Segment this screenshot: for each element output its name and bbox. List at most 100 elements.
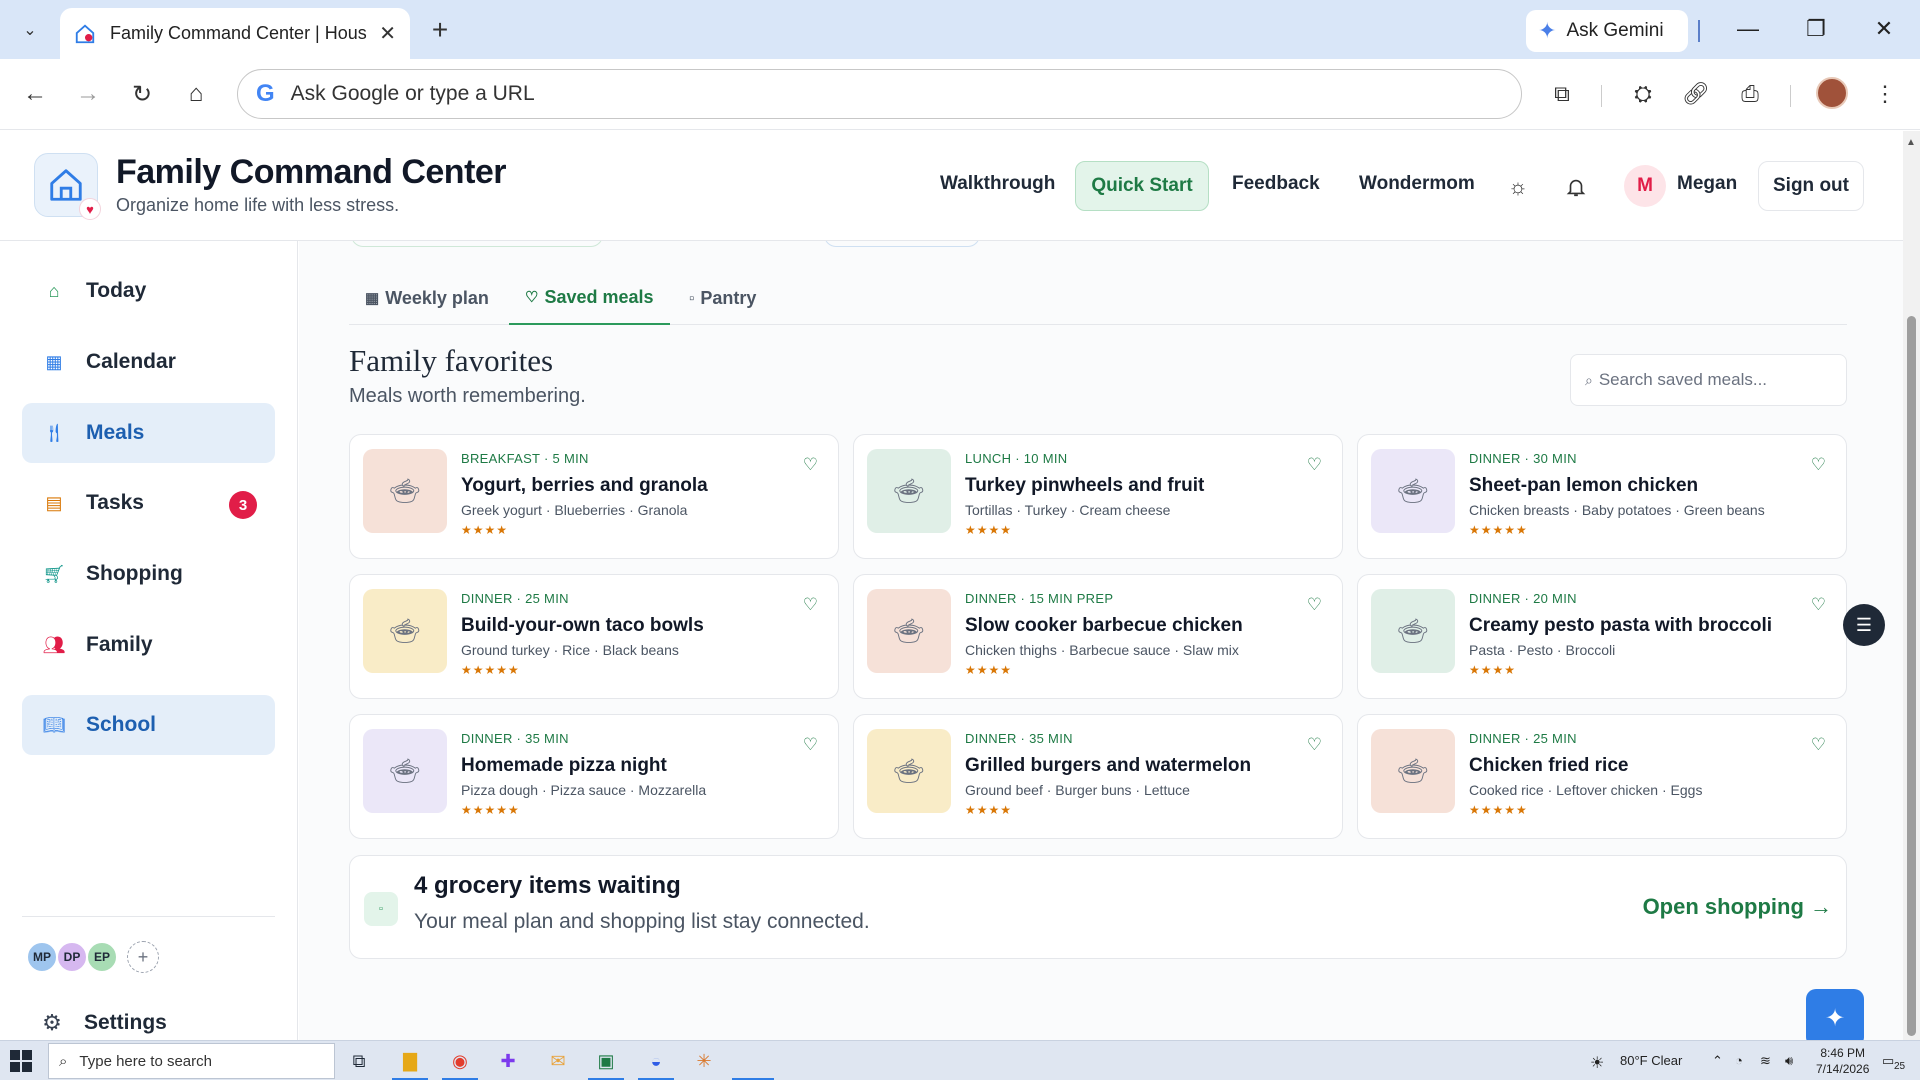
excel-icon[interactable]: ▣ <box>592 1047 620 1075</box>
incognito-button[interactable]: ⛭ <box>1622 73 1664 115</box>
forward-button[interactable]: → <box>67 73 109 115</box>
google-g-icon: G <box>256 80 275 107</box>
favorite-heart-icon[interactable]: ♡ <box>803 735 818 755</box>
tab-close-icon[interactable]: ✕ <box>379 21 396 46</box>
claude-app-icon[interactable]: ✳ <box>690 1047 718 1075</box>
print-button[interactable]: ⎙ <box>1729 73 1771 115</box>
walkthrough-link[interactable]: Walkthrough <box>940 173 1055 195</box>
task-view-icon[interactable]: ⧉ <box>345 1047 373 1075</box>
browser-menu-button[interactable]: ⋮ <box>1864 73 1906 115</box>
taskbar-search-input[interactable]: ⌕ Type here to search <box>48 1043 335 1079</box>
copy-link-button[interactable]: 🔗︎ <box>1675 73 1717 115</box>
slack-icon[interactable]: ✚ <box>494 1047 522 1075</box>
address-bar[interactable]: G Ask Google or type a URL <box>237 69 1522 119</box>
tab-saved-meals[interactable]: ♡ Saved meals <box>509 271 670 325</box>
new-tab-button[interactable]: + <box>420 10 460 50</box>
tab-label: Pantry <box>700 287 757 308</box>
notification-center-icon[interactable]: ▭ <box>1882 1053 1894 1069</box>
meal-card[interactable]: 🍲︎ DINNER · 15 MIN PREP Slow cooker barb… <box>853 574 1343 699</box>
extensions-button[interactable]: ⧉ <box>1541 73 1583 115</box>
floating-tools-button[interactable]: ☰ <box>1843 604 1885 646</box>
meal-card[interactable]: 🍲︎ DINNER · 35 MIN Homemade pizza night … <box>349 714 839 839</box>
wifi-icon[interactable]: ≋ <box>1760 1053 1771 1069</box>
weather-text[interactable]: 80°F Clear <box>1620 1053 1682 1068</box>
scrollbar-thumb[interactable] <box>1907 316 1916 1036</box>
family-member-avatar[interactable]: DP <box>56 941 88 973</box>
meal-card[interactable]: 🍲︎ DINNER · 30 MIN Sheet-pan lemon chick… <box>1357 434 1847 559</box>
meal-card[interactable]: 🍲︎ DINNER · 25 MIN Build-your-own taco b… <box>349 574 839 699</box>
restore-button[interactable]: ❐ <box>1790 8 1842 50</box>
user-avatar[interactable]: M <box>1624 165 1666 207</box>
sidebar-item-settings[interactable]: ⚙ Settings <box>40 1010 167 1035</box>
feedback-link[interactable]: Feedback <box>1232 173 1320 195</box>
favorite-heart-icon[interactable]: ♡ <box>1307 455 1322 475</box>
back-button[interactable]: ← <box>14 73 56 115</box>
sidebar-item-today[interactable]: ⌂ Today <box>22 261 275 321</box>
theme-toggle-button[interactable]: ☼ <box>1502 171 1534 203</box>
meal-name: Sheet-pan lemon chicken <box>1469 475 1699 496</box>
favorite-heart-icon[interactable]: ♡ <box>1307 595 1322 615</box>
ask-gemini-button[interactable]: ✦ Ask Gemini <box>1526 10 1688 52</box>
tab-pantry[interactable]: ▫ Pantry <box>673 271 772 325</box>
sidebar-item-family[interactable]: 👥︎ Family <box>22 615 275 675</box>
meal-card[interactable]: 🍲︎ LUNCH · 10 MIN Turkey pinwheels and f… <box>853 434 1343 559</box>
link-icon: 🔗︎ <box>1682 81 1710 106</box>
network-icon[interactable]: ◔ <box>1735 1053 1743 1068</box>
favorite-heart-icon[interactable]: ♡ <box>1811 735 1826 755</box>
favorite-heart-icon[interactable]: ♡ <box>1307 735 1322 755</box>
quick-start-button[interactable]: Quick Start <box>1075 161 1209 211</box>
chrome-icon[interactable]: ◉ <box>446 1047 474 1075</box>
utensils-icon: 🍴︎ <box>42 422 66 443</box>
wondermom-link[interactable]: Wondermom <box>1359 173 1475 195</box>
favorite-heart-icon[interactable]: ♡ <box>803 595 818 615</box>
meal-ingredients: Ground beef · Burger buns · Lettuce <box>965 782 1190 798</box>
tab-weekly-plan[interactable]: ▦ Weekly plan <box>349 271 505 325</box>
meal-meta: DINNER · 25 MIN <box>1469 731 1577 746</box>
meal-card[interactable]: 🍲︎ DINNER · 25 MIN Chicken fried rice Co… <box>1357 714 1847 839</box>
browser-tab-active[interactable]: Family Command Center | Hous ✕ <box>60 8 410 59</box>
open-shopping-link[interactable]: Open shopping → <box>1643 894 1832 920</box>
sidebar-item-shopping[interactable]: 🛒︎ Shopping <box>22 544 275 604</box>
meal-card[interactable]: 🍲︎ DINNER · 20 MIN Creamy pesto pasta wi… <box>1357 574 1847 699</box>
profile-avatar[interactable] <box>1816 77 1848 109</box>
sidebar-item-meals[interactable]: 🍴︎ Meals <box>22 403 275 463</box>
notifications-button[interactable] <box>1560 171 1592 203</box>
weather-icon[interactable]: ☀ <box>1590 1053 1604 1073</box>
windows-start-icon[interactable] <box>10 1050 32 1072</box>
meal-card[interactable]: 🍲︎ DINNER · 35 MIN Grilled burgers and w… <box>853 714 1343 839</box>
saved-meals-search-input[interactable]: ⌕ Search saved meals... <box>1570 354 1847 406</box>
close-window-button[interactable]: ✕ <box>1858 8 1910 50</box>
favorite-heart-icon[interactable]: ♡ <box>1811 455 1826 475</box>
sidebar-item-tasks[interactable]: ▤ Tasks 3 <box>22 473 275 533</box>
sidebar-item-school[interactable]: 📖︎ School <box>22 695 275 755</box>
sign-out-button[interactable]: Sign out <box>1758 161 1864 211</box>
page-scrollbar[interactable]: ▲ <box>1903 131 1920 1040</box>
system-clock[interactable]: 8:46 PM 7/14/2026 <box>1816 1045 1869 1077</box>
tray-chevron-icon[interactable]: ⌃ <box>1712 1053 1723 1069</box>
reload-button[interactable]: ↻ <box>121 73 163 115</box>
heart-icon: ♥ <box>79 198 101 220</box>
volume-icon[interactable]: 🔊︎ <box>1785 1053 1793 1069</box>
home-button[interactable]: ⌂ <box>175 73 217 115</box>
family-member-avatar[interactable]: EP <box>86 941 118 973</box>
user-name[interactable]: Megan <box>1677 173 1737 195</box>
file-explorer-icon[interactable]: ▇ <box>396 1047 424 1075</box>
assistant-fab-button[interactable]: ✦ <box>1806 989 1864 1040</box>
mail-icon[interactable]: ✉ <box>544 1047 572 1075</box>
meal-name: Yogurt, berries and granola <box>461 475 708 496</box>
meals-tab-bar: ▦ Weekly plan ♡ Saved meals ▫ Pantry <box>349 271 1847 325</box>
favorite-heart-icon[interactable]: ♡ <box>1811 595 1826 615</box>
sidebar-item-label: Meals <box>86 421 145 444</box>
add-family-member-button[interactable]: + <box>127 941 159 973</box>
meal-card[interactable]: 🍲︎ BREAKFAST · 5 MIN Yogurt, berries and… <box>349 434 839 559</box>
minimize-button[interactable]: — <box>1722 8 1774 50</box>
favorite-heart-icon[interactable]: ♡ <box>803 455 818 475</box>
sidebar-item-calendar[interactable]: ▦ Calendar <box>22 332 275 392</box>
family-member-avatar[interactable]: MP <box>26 941 58 973</box>
app-logo[interactable]: ♥ <box>34 153 101 220</box>
scroll-up-arrow-icon[interactable]: ▲ <box>1906 137 1916 148</box>
meal-name: Chicken fried rice <box>1469 755 1629 776</box>
browser-app-icon[interactable]: ◒ <box>642 1047 670 1075</box>
meal-rating: ★★★★★ <box>461 803 520 817</box>
tab-search-button[interactable]: ⌄ <box>10 10 50 50</box>
